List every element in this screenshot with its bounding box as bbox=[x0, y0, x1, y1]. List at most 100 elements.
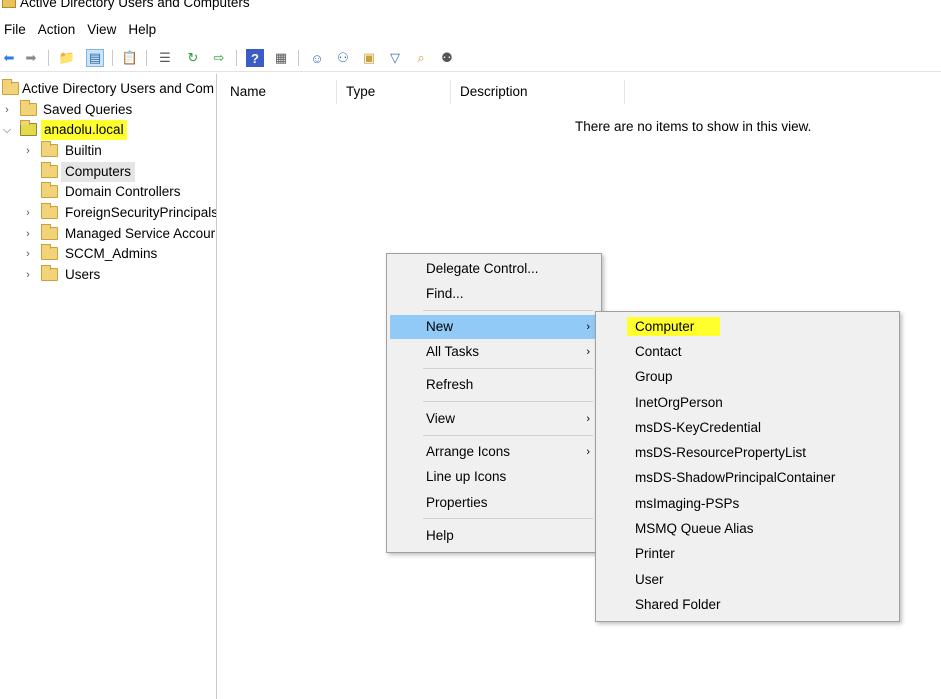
tree-item-label: anadolu.local bbox=[41, 120, 127, 140]
find-icon[interactable]: ⌕ bbox=[412, 49, 430, 67]
menu-item-arrange-icons[interactable]: Arrange Icons › bbox=[390, 440, 598, 464]
console-tree: Active Directory Users and Com › Saved Q… bbox=[0, 74, 217, 699]
tree-item-label: Domain Controllers bbox=[65, 184, 181, 199]
tree-item-label: ForeignSecurityPrincipals bbox=[65, 205, 217, 220]
up-folder-icon[interactable]: 📁 bbox=[58, 49, 76, 67]
menu-action[interactable]: Action bbox=[34, 18, 84, 42]
column-header-description[interactable]: Description bbox=[451, 80, 625, 104]
menu-bar: File Action View Help bbox=[0, 18, 941, 42]
menu-item-label: Arrange Icons bbox=[426, 444, 511, 459]
menu-item-all-tasks[interactable]: All Tasks › bbox=[390, 340, 598, 364]
add-to-group-icon[interactable]: ⚉ bbox=[438, 49, 456, 67]
tree-item-label: Users bbox=[65, 267, 101, 282]
title-bar: Active Directory Users and Computers bbox=[0, 0, 941, 13]
submenu-item-msimaging-psps[interactable]: msImaging-PSPs bbox=[599, 492, 896, 516]
submenu-item-msds-shadowprincipalcontainer[interactable]: msDS-ShadowPrincipalContainer bbox=[599, 466, 896, 490]
help-icon[interactable]: ? bbox=[246, 49, 264, 67]
tree-item-label: Saved Queries bbox=[43, 102, 133, 117]
tree-item-label: Managed Service Accour bbox=[65, 226, 216, 241]
menu-item-help[interactable]: Help bbox=[390, 524, 598, 548]
export-list-icon[interactable]: ☰ bbox=[156, 49, 174, 67]
menu-item-refresh[interactable]: Refresh bbox=[390, 373, 598, 397]
new-group-icon[interactable]: ⚇ bbox=[334, 49, 352, 67]
menu-item-label: msDS-ResourcePropertyList bbox=[635, 445, 807, 460]
submenu-item-shared-folder[interactable]: Shared Folder bbox=[599, 593, 896, 617]
menu-item-label: User bbox=[635, 572, 664, 587]
menu-help[interactable]: Help bbox=[124, 18, 164, 42]
submenu-item-inetorgperson[interactable]: InetOrgPerson bbox=[599, 391, 896, 415]
chevron-right-icon: › bbox=[586, 413, 590, 425]
back-icon[interactable]: ⬅ bbox=[0, 49, 18, 67]
menu-item-label: View bbox=[426, 411, 456, 426]
menu-item-find[interactable]: Find... bbox=[390, 282, 598, 306]
menu-item-new[interactable]: New › bbox=[390, 315, 598, 339]
menu-item-line-up-icons[interactable]: Line up Icons bbox=[390, 465, 598, 489]
new-ou-icon[interactable]: ▣ bbox=[360, 49, 378, 67]
menu-item-delegate-control[interactable]: Delegate Control... bbox=[390, 257, 598, 281]
menu-separator bbox=[423, 435, 593, 436]
chevron-right-icon[interactable]: › bbox=[22, 244, 34, 264]
show-hide-tree-icon[interactable]: ▤ bbox=[86, 49, 104, 67]
toolbar-separator bbox=[236, 50, 237, 66]
menu-item-label: Contact bbox=[635, 344, 682, 359]
submenu-item-user[interactable]: User bbox=[599, 568, 896, 592]
column-headers: Name Type Description bbox=[221, 80, 941, 104]
menu-view[interactable]: View bbox=[83, 18, 124, 42]
menu-item-label: Printer bbox=[635, 546, 675, 561]
menu-item-label: New bbox=[426, 319, 454, 334]
chevron-right-icon[interactable]: › bbox=[22, 203, 34, 223]
new-user-icon[interactable]: ☺ bbox=[308, 49, 326, 67]
menu-item-view[interactable]: View › bbox=[390, 407, 598, 431]
menu-file[interactable]: File bbox=[0, 18, 34, 42]
menu-item-label: Computer bbox=[627, 317, 721, 336]
copy-icon[interactable]: 📋 bbox=[121, 49, 139, 67]
export-icon[interactable]: ⇨ bbox=[210, 49, 228, 67]
filter-icon[interactable]: ▽ bbox=[386, 49, 404, 67]
chevron-right-icon[interactable]: › bbox=[22, 141, 34, 161]
submenu-item-printer[interactable]: Printer bbox=[599, 542, 896, 566]
column-header-type[interactable]: Type bbox=[337, 80, 451, 104]
chevron-right-icon[interactable]: › bbox=[1, 100, 13, 120]
submenu-item-msmq-queue-alias[interactable]: MSMQ Queue Alias bbox=[599, 517, 896, 541]
tree-item-label: Builtin bbox=[65, 143, 102, 158]
chevron-right-icon[interactable]: › bbox=[22, 224, 34, 244]
column-header-name[interactable]: Name bbox=[221, 80, 337, 104]
toolbar-separator bbox=[146, 50, 147, 66]
chevron-right-icon: › bbox=[586, 346, 590, 358]
menu-item-label: Properties bbox=[426, 495, 488, 510]
menu-separator bbox=[423, 401, 593, 402]
ad-console-icon bbox=[2, 79, 19, 95]
menu-item-label: msImaging-PSPs bbox=[635, 496, 740, 511]
submenu-item-msds-resourcepropertylist[interactable]: msDS-ResourcePropertyList bbox=[599, 441, 896, 465]
toolbar-separator bbox=[112, 50, 113, 66]
folder-icon bbox=[41, 224, 58, 240]
toolbar-separator bbox=[298, 50, 299, 66]
menu-item-label: Line up Icons bbox=[426, 469, 507, 484]
window-title: Active Directory Users and Computers bbox=[20, 0, 250, 10]
menu-item-label: Refresh bbox=[426, 377, 474, 392]
refresh-icon[interactable]: ↻ bbox=[184, 49, 202, 67]
menu-item-label: Shared Folder bbox=[635, 597, 721, 612]
folder-icon bbox=[41, 182, 58, 198]
tree-item-label: SCCM_Admins bbox=[65, 246, 158, 261]
menu-item-properties[interactable]: Properties bbox=[390, 491, 598, 515]
menu-item-label: All Tasks bbox=[426, 344, 480, 359]
chevron-right-icon: › bbox=[586, 321, 590, 333]
console-tree-icon[interactable]: ▦ bbox=[272, 49, 290, 67]
menu-item-label: msDS-ShadowPrincipalContainer bbox=[635, 470, 836, 485]
app-icon bbox=[2, 0, 16, 8]
chevron-right-icon[interactable]: › bbox=[22, 265, 34, 285]
chevron-down-icon[interactable]: ⌵ bbox=[1, 120, 13, 140]
submenu-item-group[interactable]: Group bbox=[599, 365, 896, 389]
folder-icon bbox=[41, 244, 58, 260]
forward-icon[interactable]: ➡ bbox=[22, 49, 40, 67]
folder-icon bbox=[41, 162, 58, 178]
empty-view-message: There are no items to show in this view. bbox=[575, 119, 812, 134]
menu-separator bbox=[423, 518, 593, 519]
context-menu: Delegate Control... Find... New › All Tas… bbox=[386, 253, 602, 553]
menu-item-label: Find... bbox=[426, 286, 464, 301]
submenu-item-computer[interactable]: Computer bbox=[599, 315, 896, 339]
submenu-item-contact[interactable]: Contact bbox=[599, 340, 896, 364]
submenu-item-msds-keycredential[interactable]: msDS-KeyCredential bbox=[599, 416, 896, 440]
folder-icon bbox=[41, 141, 58, 157]
